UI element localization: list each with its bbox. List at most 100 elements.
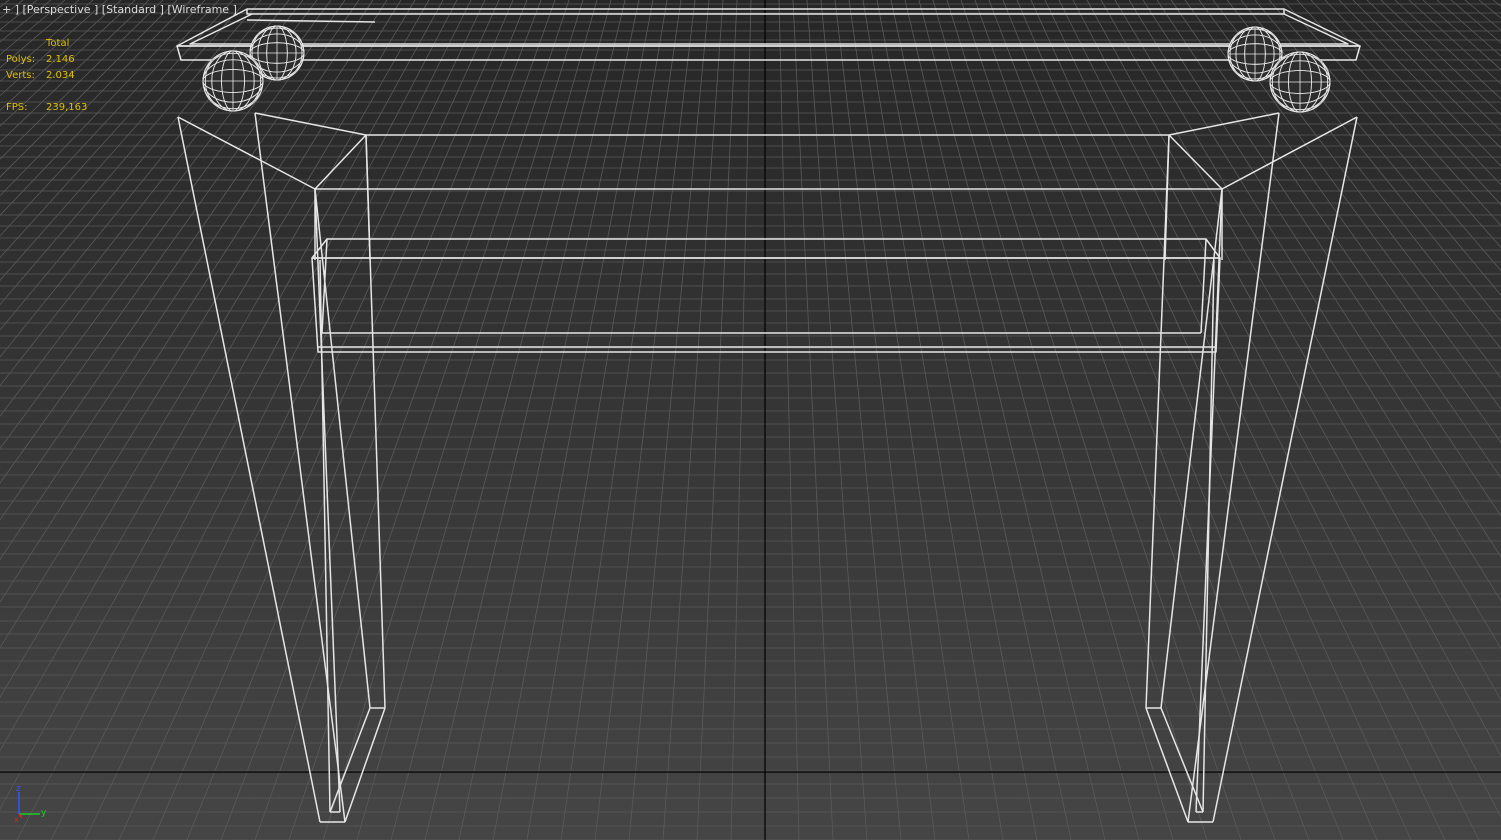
grid-line-vertical bbox=[1198, 0, 1501, 410]
polys-value: 2.146 bbox=[46, 54, 75, 65]
grid-line-vertical bbox=[876, 0, 1038, 840]
grid-line-vertical bbox=[0, 0, 164, 160]
grid-line-vertical bbox=[424, 0, 626, 840]
stats-fps-row: FPS: 239,163 bbox=[6, 100, 126, 116]
grid-line-vertical bbox=[322, 0, 584, 840]
grid-line-vertical bbox=[16, 0, 458, 840]
grid-line-vertical bbox=[0, 0, 108, 97]
grid-line-vertical bbox=[0, 0, 150, 143]
verts-value: 2.034 bbox=[46, 70, 75, 81]
grid-line-vertical bbox=[1016, 0, 1378, 840]
stats-verts-row: Verts: 2.034 bbox=[6, 68, 126, 84]
grid-line-vertical bbox=[0, 0, 192, 197]
stats-header-row: Total bbox=[6, 36, 126, 52]
grid-line-vertical bbox=[152, 0, 514, 840]
grid-line-vertical bbox=[0, 0, 430, 752]
verts-label: Verts: bbox=[6, 70, 35, 81]
grid-line-vertical bbox=[792, 0, 834, 840]
grid-line-vertical bbox=[0, 0, 24, 19]
grid-line-vertical bbox=[1044, 0, 1446, 840]
grid-line-vertical bbox=[960, 0, 1242, 840]
home-grid bbox=[0, 0, 1501, 840]
grid-line-vertical bbox=[862, 0, 1004, 840]
grid-line-vertical bbox=[820, 0, 902, 840]
grid-line-vertical bbox=[1226, 0, 1501, 350]
stats-spacer bbox=[6, 84, 126, 100]
grid-line-vertical bbox=[1296, 0, 1501, 227]
grid-line-vertical bbox=[458, 0, 640, 840]
grid-line-vertical bbox=[628, 0, 710, 840]
grid-line-vertical bbox=[1478, 0, 1501, 19]
bracket: ] [ bbox=[11, 3, 27, 16]
grid-line-vertical bbox=[0, 0, 220, 237]
grid-line-vertical bbox=[0, 0, 122, 112]
grid-line-vertical bbox=[1212, 0, 1501, 379]
grid-line-vertical bbox=[918, 0, 1140, 840]
stats-polys-row: Polys: 2.146 bbox=[6, 52, 126, 68]
grid-line-vertical bbox=[946, 0, 1208, 840]
grid-line-vertical bbox=[904, 0, 1106, 840]
y-axis-label: y bbox=[41, 808, 47, 818]
grid-line-vertical bbox=[1408, 0, 1501, 85]
grid-line-vertical bbox=[50, 0, 472, 840]
grid-line-vertical bbox=[0, 0, 262, 306]
z-axis-label: z bbox=[16, 784, 21, 794]
viewport-perspective[interactable]: + ] [Perspective ] [Standard ] [Wirefram… bbox=[0, 0, 1501, 840]
axis-tripod-icon: z y x bbox=[14, 784, 47, 822]
grid-line-vertical bbox=[0, 0, 52, 43]
grid-line-vertical bbox=[1450, 0, 1501, 44]
grid-line-vertical bbox=[1366, 0, 1501, 132]
grid-line-vertical bbox=[0, 0, 290, 358]
drawer[interactable] bbox=[311, 238, 1221, 353]
grid-line-vertical bbox=[730, 0, 752, 840]
grid-line-vertical bbox=[1170, 0, 1501, 479]
grid-line-vertical bbox=[1156, 0, 1501, 517]
grid-line-vertical bbox=[1352, 0, 1501, 149]
x-axis-label: x bbox=[14, 815, 19, 822]
viewport-statistics: Total Polys: 2.146 Verts: 2.034 FPS: 239… bbox=[6, 36, 126, 116]
grid-line-vertical bbox=[1058, 0, 1480, 840]
bracket: ] [ bbox=[90, 3, 107, 16]
shading-label[interactable]: Standard bbox=[106, 3, 156, 16]
display-style-label[interactable]: Wireframe bbox=[172, 3, 229, 16]
bracket: ] [ bbox=[156, 3, 172, 16]
grid-line-vertical bbox=[974, 0, 1276, 840]
grid-line-vertical bbox=[1100, 0, 1501, 701]
grid-line-vertical bbox=[0, 0, 318, 417]
grid-line-vertical bbox=[0, 0, 416, 698]
viewport-label[interactable]: + ] [Perspective ] [Standard ] [Wirefram… bbox=[2, 3, 237, 16]
grid-line-vertical bbox=[1380, 0, 1501, 116]
grid-line-vertical bbox=[1030, 0, 1412, 840]
grid-line-vertical bbox=[0, 0, 234, 259]
grid-world-axes bbox=[0, 0, 1501, 840]
sphere bbox=[202, 50, 264, 112]
grid-line-vertical bbox=[778, 0, 800, 840]
grid-line-vertical bbox=[118, 0, 500, 840]
grid-line-vertical bbox=[0, 0, 248, 281]
grid-line-vertical bbox=[0, 0, 80, 69]
grid-line-vertical bbox=[932, 0, 1174, 840]
grid-line-vertical bbox=[0, 0, 38, 31]
view-mode-label[interactable]: Perspective bbox=[27, 3, 91, 16]
fps-label: FPS: bbox=[6, 102, 28, 113]
grid-line-vertical bbox=[0, 0, 276, 331]
grid-line-vertical bbox=[560, 0, 682, 840]
grid-line-vertical bbox=[1282, 0, 1501, 249]
grid-line-vertical bbox=[526, 0, 668, 840]
grid-line-vertical bbox=[594, 0, 696, 840]
stats-header: Total bbox=[46, 38, 70, 49]
viewport-menu-plus[interactable]: + bbox=[2, 3, 11, 16]
grid-line-vertical bbox=[84, 0, 486, 840]
grid-line-vertical bbox=[0, 0, 10, 8]
grid-line-vertical bbox=[848, 0, 970, 840]
grid-line-vertical bbox=[356, 0, 598, 840]
grid-line-vertical bbox=[1492, 0, 1501, 7]
bracket: ] bbox=[229, 3, 237, 16]
grid-line-vertical bbox=[0, 0, 94, 82]
grid-line-vertical bbox=[662, 0, 724, 840]
fps-value: 239,163 bbox=[46, 102, 88, 113]
grid-line-vertical bbox=[492, 0, 654, 840]
grid-line-vertical bbox=[0, 0, 66, 56]
grid-line-vertical bbox=[0, 0, 332, 450]
viewport-scene[interactable] bbox=[0, 0, 1501, 840]
